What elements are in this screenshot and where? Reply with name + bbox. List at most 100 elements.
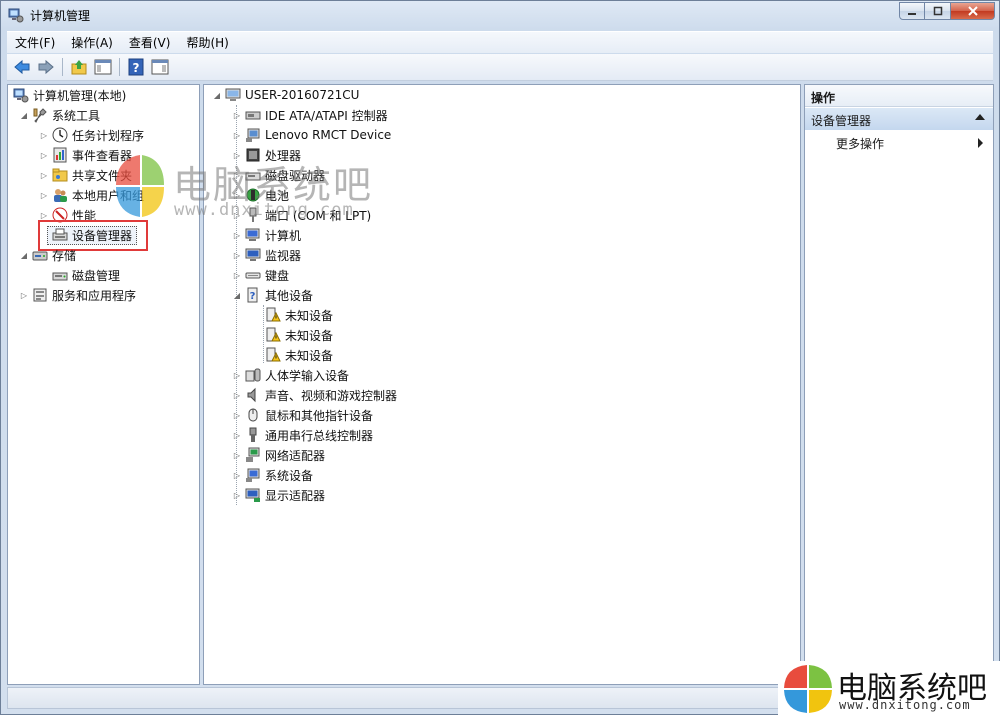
expand-arrow-icon[interactable]: ◢ (19, 250, 29, 260)
event-viewer-icon (52, 147, 68, 163)
actions-pane (804, 84, 994, 685)
tree-item-services-applications[interactable]: ▷ 服务和应用程序 (19, 285, 136, 305)
tree-item-shared-folders[interactable]: ▷ 共享文件夹 (39, 165, 132, 185)
keyboard-icon (245, 267, 261, 283)
menu-file[interactable]: 文件(F) (7, 34, 63, 51)
speaker-icon (245, 387, 261, 403)
minimize-button[interactable] (899, 2, 925, 20)
expand-arrow-icon[interactable]: ▷ (39, 170, 49, 180)
device-category[interactable]: ▷ 显示适配器 (232, 485, 325, 505)
expand-arrow-icon[interactable]: ▷ (232, 370, 242, 380)
system-device-icon (245, 467, 261, 483)
close-icon (967, 6, 978, 16)
svg-text:?: ? (133, 61, 140, 75)
expand-arrow-icon[interactable]: ▷ (39, 150, 49, 160)
expand-arrow-icon[interactable]: ▷ (232, 490, 242, 500)
window-title: 计算机管理 (30, 8, 91, 23)
svg-text:?: ? (250, 291, 256, 302)
computer-management-icon (13, 87, 29, 103)
expand-arrow-icon[interactable]: ◢ (19, 110, 29, 120)
tree-guide-line (263, 305, 264, 363)
device-category[interactable]: ▷ 电池 (232, 185, 289, 205)
expand-arrow-icon[interactable]: ▷ (232, 450, 242, 460)
device-category[interactable]: ▷ 通用串行总线控制器 (232, 425, 373, 445)
mouse-icon (245, 407, 261, 423)
tree-item-task-scheduler[interactable]: ▷ 任务计划程序 (39, 125, 144, 145)
maximize-button[interactable] (925, 2, 951, 20)
menu-help[interactable]: 帮助(H) (178, 34, 236, 51)
hid-icon (245, 367, 261, 383)
system-tools-icon (32, 107, 48, 123)
action-pane-icon (151, 59, 169, 75)
computer-icon (225, 87, 241, 103)
storage-icon (32, 247, 48, 263)
forward-button[interactable] (35, 56, 57, 78)
device-category[interactable]: ▷ 系统设备 (232, 465, 313, 485)
up-level-button[interactable] (68, 56, 90, 78)
device-category[interactable]: ▷ 端口 (COM 和 LPT) (232, 205, 371, 225)
device-category[interactable]: ▷ 处理器 (232, 145, 301, 165)
expand-arrow-icon[interactable]: ◢ (232, 290, 242, 300)
actions-section-device-manager[interactable]: 设备管理器 (805, 108, 993, 130)
device-category[interactable]: ▷ 计算机 (232, 225, 301, 245)
tree-item-computer-management[interactable]: 计算机管理(本地) (13, 85, 126, 105)
expand-arrow-icon[interactable]: ▷ (232, 130, 242, 140)
device-category-other[interactable]: ◢ ? 其他设备 (232, 285, 313, 305)
expand-arrow-icon[interactable]: ▷ (232, 410, 242, 420)
expand-arrow-icon[interactable]: ▷ (232, 150, 242, 160)
collapse-arrow-icon[interactable] (975, 114, 985, 120)
tree-item-event-viewer[interactable]: ▷ 事件查看器 (39, 145, 132, 165)
services-icon (32, 287, 48, 303)
expand-arrow-icon[interactable]: ▷ (232, 170, 242, 180)
tree-item-system-tools[interactable]: ◢ 系统工具 (19, 105, 100, 125)
expand-arrow-icon[interactable]: ▷ (232, 230, 242, 240)
users-icon (52, 187, 68, 203)
show-hide-action-pane-button[interactable] (149, 56, 171, 78)
device-category[interactable]: ▷ Lenovo RMCT Device (232, 125, 391, 145)
port-icon (245, 207, 261, 223)
expand-arrow-icon[interactable]: ▷ (232, 110, 242, 120)
actions-pane-title: 操作 (805, 85, 993, 107)
warning-device-icon (265, 347, 281, 363)
help-button[interactable]: ? (125, 56, 147, 78)
menu-view[interactable]: 查看(V) (121, 34, 179, 51)
minimize-icon (908, 13, 916, 15)
device-category[interactable]: ▷ 声音、视频和游戏控制器 (232, 385, 397, 405)
device-unknown[interactable]: 未知设备 (265, 345, 333, 365)
device-category[interactable]: ▷ 监视器 (232, 245, 301, 265)
tree-item-disk-management[interactable]: 磁盘管理 (52, 265, 120, 285)
expand-arrow-icon[interactable]: ▷ (232, 470, 242, 480)
expand-arrow-icon[interactable]: ◢ (212, 90, 222, 100)
tree-item-storage[interactable]: ◢ 存储 (19, 245, 76, 265)
tree-item-local-users-groups[interactable]: ▷ 本地用户和组 (39, 185, 144, 205)
device-category[interactable]: ▷ IDE ATA/ATAPI 控制器 (232, 105, 388, 125)
computer-management-window: 计算机管理 文件(F) 操作(A) 查看(V) 帮助(H) ? 计算机管理(本地… (0, 0, 1000, 715)
monitor-icon (245, 247, 261, 263)
expand-arrow-icon[interactable]: ▷ (232, 190, 242, 200)
expand-arrow-icon[interactable]: ▷ (39, 190, 49, 200)
menu-action[interactable]: 操作(A) (63, 34, 121, 51)
device-category[interactable]: ▷ 键盘 (232, 265, 289, 285)
expand-arrow-icon[interactable]: ▷ (39, 130, 49, 140)
device-category[interactable]: ▷ 鼠标和其他指针设备 (232, 405, 373, 425)
device-category[interactable]: ▷ 人体学输入设备 (232, 365, 349, 385)
device-root[interactable]: ◢ USER-20160721CU (212, 85, 359, 105)
back-button[interactable] (11, 56, 33, 78)
expand-arrow-icon[interactable]: ▷ (39, 210, 49, 220)
more-actions-item[interactable]: 更多操作 (836, 135, 884, 152)
toolbar: ? (7, 54, 993, 81)
device-category[interactable]: ▷ 网络适配器 (232, 445, 325, 465)
expand-arrow-icon[interactable]: ▷ (232, 390, 242, 400)
expand-arrow-icon[interactable]: ▷ (232, 270, 242, 280)
expand-arrow-icon[interactable]: ▷ (232, 250, 242, 260)
display-adapter-icon (245, 487, 261, 503)
expand-arrow-icon[interactable]: ▷ (232, 210, 242, 220)
expand-arrow-icon[interactable]: ▷ (19, 290, 29, 300)
device-unknown[interactable]: 未知设备 (265, 325, 333, 345)
computer-icon (245, 227, 261, 243)
expand-arrow-icon[interactable]: ▷ (232, 430, 242, 440)
device-unknown[interactable]: 未知设备 (265, 305, 333, 325)
close-button[interactable] (951, 2, 995, 20)
device-category[interactable]: ▷ 磁盘驱动器 (232, 165, 325, 185)
show-hide-tree-button[interactable] (92, 56, 114, 78)
